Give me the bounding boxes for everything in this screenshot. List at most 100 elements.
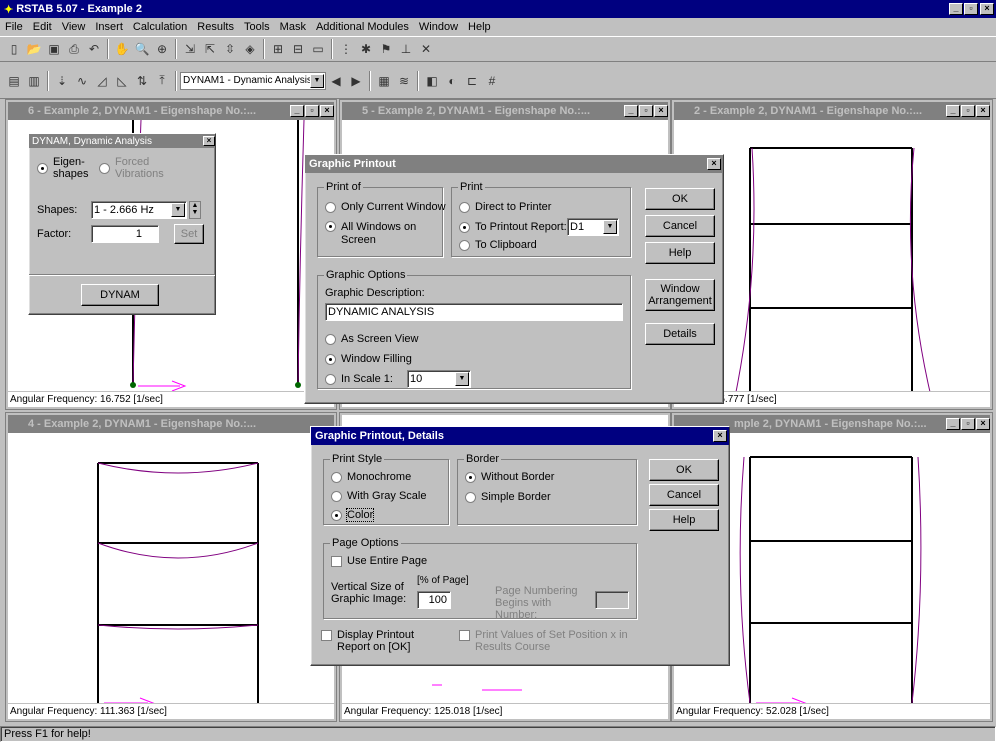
radio-color[interactable]: Color: [331, 508, 375, 522]
module-select[interactable]: DYNAM1 - Dynamic Analysis ▼: [180, 71, 326, 90]
close-icon[interactable]: ×: [713, 430, 727, 442]
menu-insert[interactable]: Insert: [95, 21, 123, 33]
next-icon[interactable]: ▶: [346, 71, 366, 91]
moment-icon[interactable]: ◿: [92, 71, 112, 91]
radio-in-scale[interactable]: In Scale 1:: [325, 373, 393, 385]
menu-edit[interactable]: Edit: [33, 21, 52, 33]
menu-tools[interactable]: Tools: [244, 21, 270, 33]
radio-monochrome[interactable]: Monochrome: [331, 471, 411, 483]
close-icon[interactable]: ×: [203, 136, 215, 146]
window-arrangement-button[interactable]: Window Arrangement: [645, 279, 715, 311]
toolbar-standard: ▯ 📂 ▣ ⎙ ↶ ✋ 🔍 ⊕ ⇲ ⇱ ⇳ ◈ ⊞ ⊟ ▭ ⋮ ✱ ⚑ ⊥ ✕: [0, 36, 996, 62]
hand-icon[interactable]: ✋: [112, 39, 132, 59]
help-button[interactable]: Help: [645, 242, 715, 264]
menu-calculation[interactable]: Calculation: [133, 21, 187, 33]
axial-icon[interactable]: ⇅: [132, 71, 152, 91]
scale-select[interactable]: 10 ▼: [407, 370, 471, 388]
radio-gray-scale[interactable]: With Gray Scale: [331, 490, 426, 502]
table-icon[interactable]: ▤: [4, 71, 24, 91]
radio-only-current[interactable]: Only Current Window: [325, 201, 446, 213]
print-icon[interactable]: ⎙: [64, 39, 84, 59]
ok-button[interactable]: OK: [649, 459, 719, 481]
radio-without-border[interactable]: Without Border: [465, 471, 554, 483]
delete-icon[interactable]: ✕: [416, 39, 436, 59]
menu-window[interactable]: Window: [419, 21, 458, 33]
table2-icon[interactable]: ▥: [24, 71, 44, 91]
menu-bar: File Edit View Insert Calculation Results Tool…: [0, 18, 996, 36]
menu-view[interactable]: View: [62, 21, 86, 33]
mdi-window-4[interactable]: 4 - Example 2, DYNAM1 - Eigenshape No.:.…: [5, 412, 337, 722]
help-button[interactable]: Help: [649, 509, 719, 531]
dynam-button[interactable]: DYNAM: [81, 284, 159, 306]
radio-direct-to-printer[interactable]: Direct to Printer: [459, 201, 551, 213]
radio-simple-border[interactable]: Simple Border: [465, 491, 551, 503]
shade-icon[interactable]: ◐: [442, 71, 462, 91]
undo-icon[interactable]: ↶: [84, 39, 104, 59]
close-button[interactable]: ×: [980, 3, 994, 15]
radio-all-windows[interactable]: All Windows on Screen: [325, 221, 421, 247]
radio-forced-vibrations[interactable]: Forced Vibrations: [99, 156, 173, 180]
open-icon[interactable]: 📂: [24, 39, 44, 59]
ok-button[interactable]: OK: [645, 188, 715, 210]
window-title: mple 2, DYNAM1 - Eigenshape No.:...: [734, 418, 927, 430]
menu-results[interactable]: Results: [197, 21, 234, 33]
view-y-icon[interactable]: ⇱: [200, 39, 220, 59]
dialog-title: Graphic Printout, Details: [315, 430, 444, 442]
iso-icon[interactable]: ◈: [240, 39, 260, 59]
save-icon[interactable]: ▣: [44, 39, 64, 59]
factor-input[interactable]: 1: [91, 225, 159, 243]
shapes-spinner[interactable]: ▲ ▼: [189, 201, 201, 219]
close-icon[interactable]: ×: [707, 158, 721, 170]
view-x-icon[interactable]: ⇲: [180, 39, 200, 59]
set-button[interactable]: Set: [174, 224, 204, 244]
load-icon[interactable]: ⇣: [52, 71, 72, 91]
vertical-size-label: Vertical Size of Graphic Image:: [331, 581, 407, 605]
restore-button[interactable]: ▫: [964, 3, 978, 15]
render-icon[interactable]: ◧: [422, 71, 442, 91]
support-icon[interactable]: ⊥: [396, 39, 416, 59]
dialog-title: Graphic Printout: [309, 158, 396, 170]
radio-clipboard[interactable]: To Clipboard: [459, 239, 537, 251]
snap-icon[interactable]: ✱: [356, 39, 376, 59]
window-status: Angular Frequency: 125.018 [1/sec]: [342, 703, 668, 719]
radio-window-filling[interactable]: Window Filling: [325, 353, 412, 365]
window-icon[interactable]: ▭: [308, 39, 328, 59]
shapes-select[interactable]: 1 - 2.666 Hz ▼: [91, 201, 187, 219]
report-select[interactable]: D1 ▼: [567, 218, 619, 236]
cascade-icon[interactable]: ⊟: [288, 39, 308, 59]
zoom-icon[interactable]: 🔍: [132, 39, 152, 59]
numbering-input[interactable]: [595, 591, 629, 609]
anim-icon[interactable]: ≋: [394, 71, 414, 91]
reaction-icon[interactable]: ⤒: [152, 71, 172, 91]
menu-file[interactable]: File: [5, 21, 23, 33]
cancel-button[interactable]: Cancel: [645, 215, 715, 237]
prev-icon[interactable]: ◀: [326, 71, 346, 91]
zoom-all-icon[interactable]: ⊕: [152, 39, 172, 59]
display-report-checkbox[interactable]: Display Printout Report on [OK]: [321, 629, 437, 653]
deform-icon[interactable]: ∿: [72, 71, 92, 91]
details-button[interactable]: Details: [645, 323, 715, 345]
view-z-icon[interactable]: ⇳: [220, 39, 240, 59]
use-entire-page-checkbox[interactable]: Use Entire Page: [331, 555, 427, 567]
minimize-button[interactable]: _: [949, 3, 963, 15]
section-icon[interactable]: ⊏: [462, 71, 482, 91]
menu-help[interactable]: Help: [468, 21, 491, 33]
menu-additional-modules[interactable]: Additional Modules: [316, 21, 409, 33]
radio-as-screen-view[interactable]: As Screen View: [325, 333, 418, 345]
radio-eigenshapes[interactable]: Eigen-shapes: [37, 156, 93, 180]
print-values-checkbox[interactable]: Print Values of Set Position x in Result…: [459, 629, 645, 653]
vertical-size-input[interactable]: 100: [417, 591, 451, 609]
shear-icon[interactable]: ◺: [112, 71, 132, 91]
tile-icon[interactable]: ⊞: [268, 39, 288, 59]
values-icon[interactable]: #: [482, 71, 502, 91]
member-icon[interactable]: ⚑: [376, 39, 396, 59]
new-icon[interactable]: ▯: [4, 39, 24, 59]
radio-to-report[interactable]: To Printout Report:: [459, 221, 567, 233]
menu-mask[interactable]: Mask: [280, 21, 306, 33]
factor-label: Factor:: [37, 228, 72, 240]
grid-icon[interactable]: ⋮: [336, 39, 356, 59]
cancel-button[interactable]: Cancel: [649, 484, 719, 506]
statusbar: Press F1 for help!: [0, 726, 996, 742]
mode-icon[interactable]: ▦: [374, 71, 394, 91]
description-input[interactable]: DYNAMIC ANALYSIS: [325, 303, 623, 321]
